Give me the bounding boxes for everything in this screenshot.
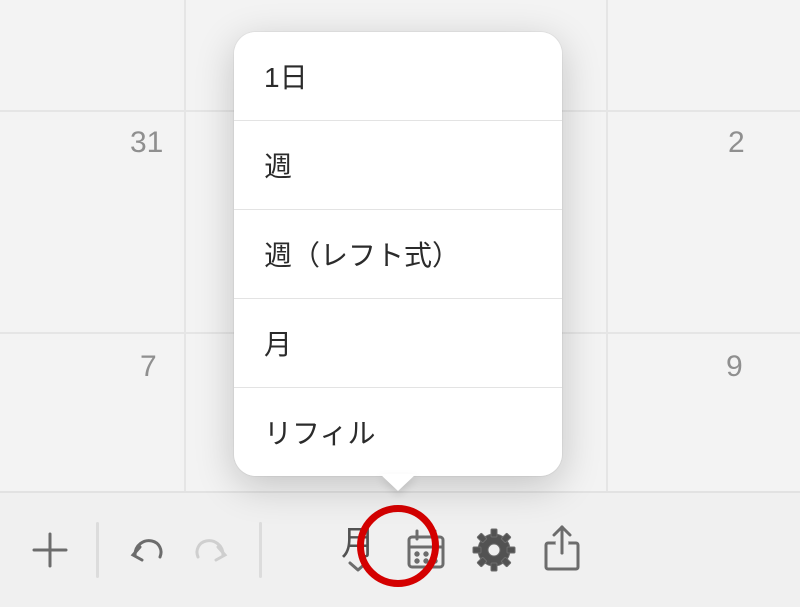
chevron-down-icon: [347, 559, 369, 573]
add-button[interactable]: [22, 522, 78, 578]
plus-icon: [29, 529, 71, 571]
calendar-icon: [403, 527, 449, 573]
popover-item-week[interactable]: 週: [234, 121, 562, 210]
redo-icon: [190, 527, 236, 573]
undo-button[interactable]: [117, 522, 173, 578]
view-selector-label: 月: [341, 527, 375, 561]
calendar-cell[interactable]: 31: [130, 126, 163, 160]
popover-item-refill[interactable]: リフィル: [234, 388, 562, 476]
popover-item-week-left[interactable]: 週（レフト式）: [234, 210, 562, 299]
calendar-button[interactable]: [398, 522, 454, 578]
popover-tail: [380, 474, 416, 491]
popover-item-day[interactable]: 1日: [234, 32, 562, 121]
gear-icon: [471, 527, 517, 573]
view-selector-button[interactable]: 月: [330, 522, 386, 578]
calendar-cell[interactable]: 7: [140, 350, 157, 384]
redo-button[interactable]: [185, 522, 241, 578]
calendar-cell[interactable]: 9: [726, 350, 743, 384]
undo-icon: [122, 527, 168, 573]
toolbar-separator: [259, 522, 262, 578]
view-popover: 1日 週 週（レフト式） 月 リフィル: [234, 32, 562, 476]
settings-button[interactable]: [466, 522, 522, 578]
popover-item-month[interactable]: 月: [234, 299, 562, 388]
calendar-cell[interactable]: 2: [728, 126, 745, 160]
share-button[interactable]: [534, 522, 590, 578]
toolbar-separator: [96, 522, 99, 578]
share-icon: [540, 525, 584, 575]
bottom-toolbar: 月: [0, 491, 800, 607]
